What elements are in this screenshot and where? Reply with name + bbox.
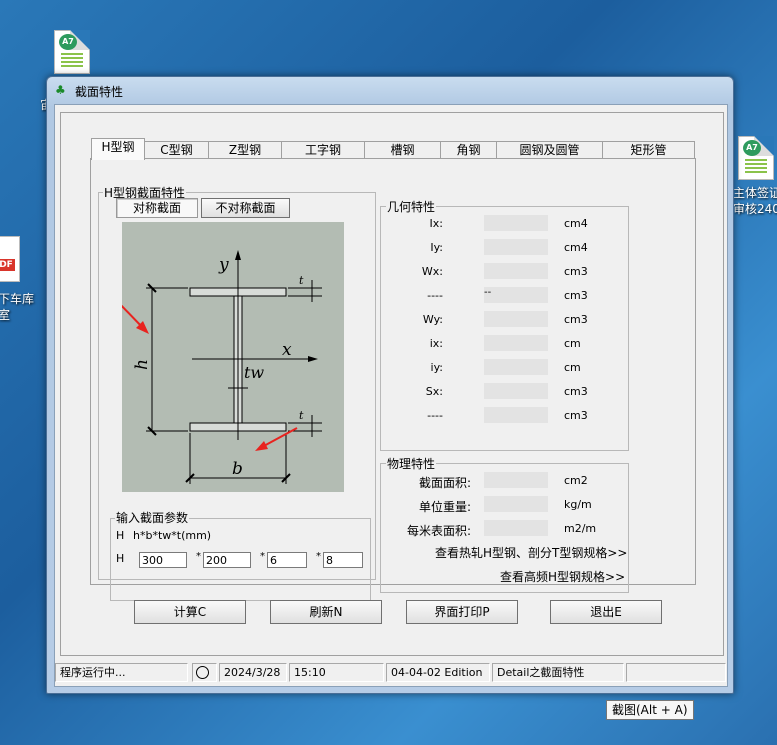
geometry-value: -- bbox=[484, 287, 548, 303]
stopwatch-icon bbox=[196, 666, 209, 679]
app-icon: ♣ bbox=[55, 83, 66, 97]
status-timer-icon bbox=[192, 663, 217, 682]
geometry-value bbox=[484, 407, 548, 423]
separator-3: * bbox=[316, 551, 321, 562]
refresh-button[interactable]: 刷新N bbox=[270, 600, 382, 624]
desktop-file-icon-top[interactable]: A7 bbox=[54, 30, 94, 74]
physical-value bbox=[484, 496, 548, 512]
tab-angle[interactable]: 角钢 bbox=[440, 141, 497, 159]
geometry-value bbox=[484, 215, 548, 231]
geometry-label: Wy: bbox=[422, 313, 443, 326]
physical-unit: cm2 bbox=[564, 474, 588, 487]
desktop-label-left-2: 室 bbox=[0, 308, 11, 322]
physical-value bbox=[484, 472, 548, 488]
physical-unit: m2/m bbox=[564, 522, 597, 535]
geometry-unit: cm bbox=[564, 361, 581, 374]
window-client: H型钢 C型钢 Z型钢 工字钢 槽钢 角钢 圆钢及圆管 矩形管 H型钢截面特性 … bbox=[54, 104, 728, 687]
tab-channel[interactable]: 槽钢 bbox=[364, 141, 441, 159]
geometry-unit: cm bbox=[564, 337, 581, 350]
input-row-label: H bbox=[116, 552, 125, 565]
physical-value bbox=[484, 520, 548, 536]
geometry-label: ---- bbox=[427, 289, 443, 302]
tab-page-h-steel: H型钢截面特性 对称截面 不对称截面 y x h b tw t t 输入截面参数… bbox=[90, 158, 696, 601]
desktop-file-icon-right[interactable]: A7 bbox=[738, 136, 777, 180]
print-button[interactable]: 界面打印P bbox=[406, 600, 518, 624]
tab-round-tube[interactable]: 圆钢及圆管 bbox=[496, 141, 603, 159]
physical-unit: kg/m bbox=[564, 498, 592, 511]
label-t-top: t bbox=[299, 274, 304, 287]
desktop-label-left-1: 下车库 bbox=[0, 292, 35, 306]
physical-label: 每米表面积: bbox=[406, 524, 471, 538]
asymmetric-section-button[interactable]: 不对称截面 bbox=[201, 198, 290, 218]
geometry-label: Ix: bbox=[429, 217, 443, 230]
geometry-unit: cm3 bbox=[564, 265, 588, 278]
label-y: y bbox=[218, 255, 229, 275]
physical-group-title: 物理特性 bbox=[386, 455, 437, 472]
geometry-label: Sx: bbox=[425, 385, 443, 398]
geometry-unit: cm3 bbox=[564, 409, 588, 422]
geometry-unit: cm3 bbox=[564, 313, 588, 326]
label-b: b bbox=[232, 459, 243, 479]
input-hint-prefix: H bbox=[116, 529, 125, 542]
physical-label: 截面面积: bbox=[418, 476, 471, 490]
status-edition: 04-04-02 Edition bbox=[386, 663, 490, 682]
geometry-value bbox=[484, 335, 548, 351]
title-bar[interactable]: ♣ 截面特性 bbox=[47, 77, 733, 103]
high-freq-h-spec-link[interactable]: 查看高频H型钢规格>> bbox=[500, 568, 625, 585]
geometry-label: Wx: bbox=[421, 265, 443, 278]
label-t-bottom: t bbox=[299, 409, 304, 422]
geometry-value bbox=[484, 359, 548, 375]
symmetric-section-button[interactable]: 对称截面 bbox=[116, 198, 198, 218]
status-time: 15:10 bbox=[289, 663, 384, 682]
label-x: x bbox=[282, 340, 292, 360]
tab-rect-tube[interactable]: 矩形管 bbox=[602, 141, 695, 159]
status-running: 程序运行中... bbox=[55, 663, 188, 682]
flange-thickness-input[interactable]: 8 bbox=[323, 552, 363, 568]
calculate-button[interactable]: 计算C bbox=[134, 600, 246, 624]
geometry-label: Iy: bbox=[430, 241, 443, 254]
geometry-value bbox=[484, 311, 548, 327]
window-title: 截面特性 bbox=[75, 85, 124, 99]
hot-rolled-h-spec-link[interactable]: 查看热轧H型钢、剖分T型钢规格>> bbox=[435, 544, 627, 561]
status-detail: Detail之截面特性 bbox=[492, 663, 624, 682]
tab-h-steel[interactable]: H型钢 bbox=[91, 138, 145, 160]
tab-c-steel[interactable]: C型钢 bbox=[144, 141, 209, 159]
desktop-label-right-2: 审核2401 bbox=[733, 202, 777, 216]
geometry-unit: cm4 bbox=[564, 217, 588, 230]
geometry-unit: cm4 bbox=[564, 241, 588, 254]
status-empty bbox=[626, 663, 726, 682]
screenshot-tooltip: 截图(Alt + A) bbox=[606, 700, 694, 720]
input-hint: h*b*tw*t(mm) bbox=[133, 529, 212, 542]
web-thickness-input[interactable]: 6 bbox=[267, 552, 307, 568]
separator-1: * bbox=[196, 551, 201, 562]
geometry-unit: cm3 bbox=[564, 289, 588, 302]
geometry-label: ---- bbox=[427, 409, 443, 422]
geometry-label: ix: bbox=[429, 337, 443, 350]
geometry-label: iy: bbox=[430, 361, 443, 374]
tab-i-beam[interactable]: 工字钢 bbox=[281, 141, 365, 159]
desktop-pdf-icon[interactable]: DF bbox=[0, 236, 20, 282]
desktop-label-right-1: 主体签证 bbox=[733, 186, 777, 200]
geometry-unit: cm3 bbox=[564, 385, 588, 398]
status-bar: 程序运行中... 2024/3/28 15:10 04-04-02 Editio… bbox=[55, 660, 727, 684]
label-tw: tw bbox=[244, 363, 264, 382]
tab-z-steel[interactable]: Z型钢 bbox=[208, 141, 282, 159]
h-section-diagram: y x h b tw t t bbox=[122, 222, 344, 492]
geometry-value bbox=[484, 263, 548, 279]
status-date: 2024/3/28 bbox=[219, 663, 287, 682]
geometry-value bbox=[484, 383, 548, 399]
width-input[interactable]: 200 bbox=[203, 552, 251, 568]
label-h: h bbox=[132, 359, 152, 370]
input-params-title: 输入截面参数 bbox=[115, 509, 190, 526]
separator-2: * bbox=[260, 551, 265, 562]
main-panel: H型钢 C型钢 Z型钢 工字钢 槽钢 角钢 圆钢及圆管 矩形管 H型钢截面特性 … bbox=[60, 112, 724, 656]
section-properties-window: ♣ 截面特性 H型钢 C型钢 Z型钢 工字钢 槽钢 角钢 圆钢及圆管 矩形管 H… bbox=[46, 76, 734, 694]
pdf-badge: DF bbox=[0, 259, 15, 271]
geometry-group-title: 几何特性 bbox=[386, 198, 437, 215]
physical-label: 单位重量: bbox=[418, 500, 471, 514]
exit-button[interactable]: 退出E bbox=[550, 600, 662, 624]
height-input[interactable]: 300 bbox=[139, 552, 187, 568]
geometry-value bbox=[484, 239, 548, 255]
